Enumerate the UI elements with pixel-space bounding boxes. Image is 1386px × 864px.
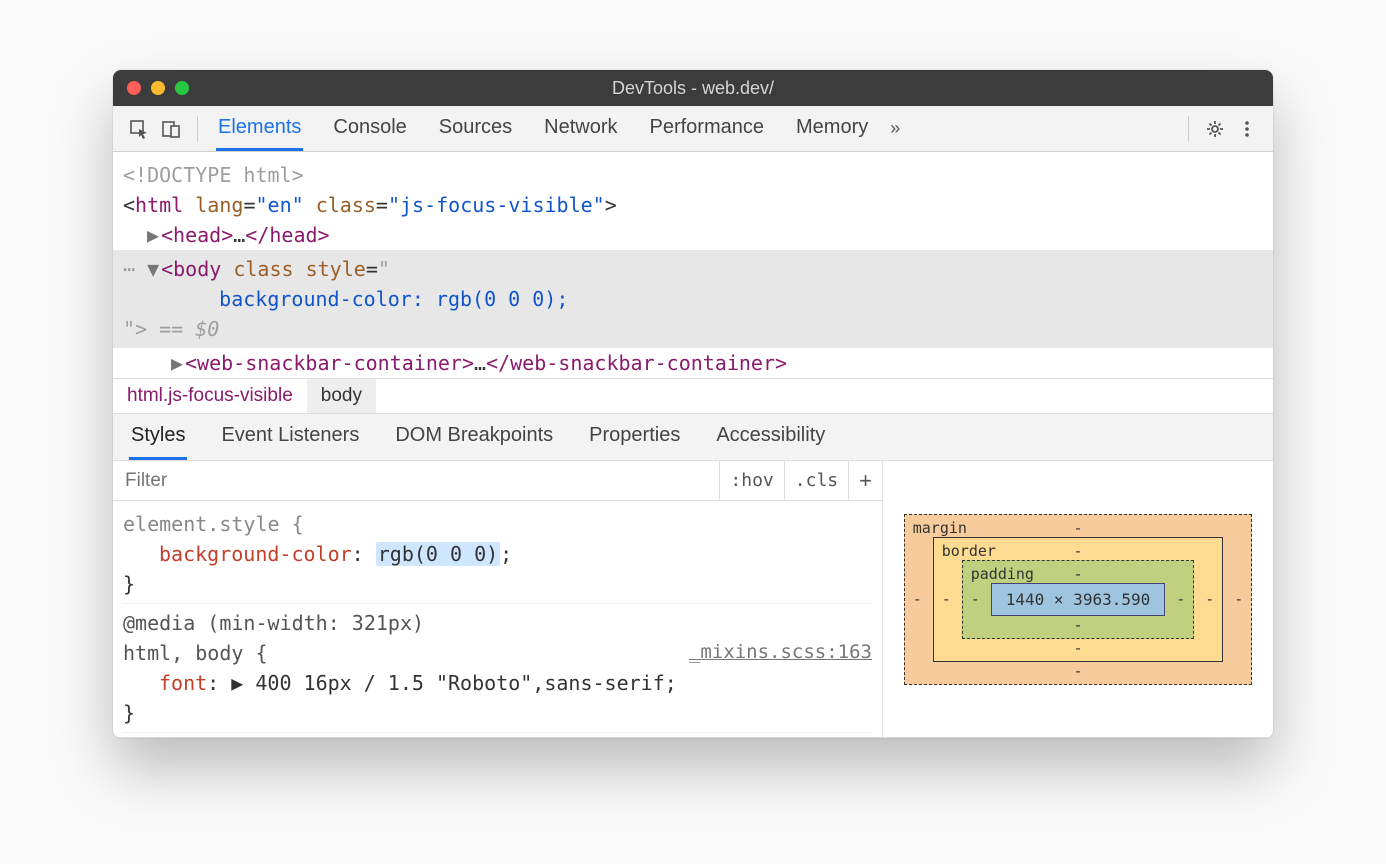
styles-subtabs: Styles Event Listeners DOM Breakpoints P… <box>113 413 1273 461</box>
main-toolbar: Elements Console Sources Network Perform… <box>113 106 1273 152</box>
styles-panel: :hov .cls + element.style { background-c… <box>113 461 1273 738</box>
expand-shorthand-icon[interactable]: ▶ <box>231 671 243 695</box>
crumb-body[interactable]: body <box>307 379 376 413</box>
panel-tabs: Elements Console Sources Network Perform… <box>216 106 870 151</box>
box-model-panel: margin - - - - border - - - - padding - <box>883 461 1273 737</box>
toolbar-separator <box>1188 116 1189 142</box>
tab-memory[interactable]: Memory <box>794 106 870 151</box>
dom-snackbar-element[interactable]: ▶<web-snackbar-container>…</web-snackbar… <box>113 348 1273 378</box>
subtab-event-listeners[interactable]: Event Listeners <box>219 414 361 460</box>
subtab-properties[interactable]: Properties <box>587 414 682 460</box>
tab-elements[interactable]: Elements <box>216 106 303 151</box>
hov-toggle-button[interactable]: :hov <box>719 461 783 500</box>
dom-body-element-selected[interactable]: ⋯ ▼<body class style=" background-color:… <box>113 250 1273 348</box>
cls-toggle-button[interactable]: .cls <box>784 461 848 500</box>
style-rule-element[interactable]: element.style { background-color: rgb(0 … <box>123 505 872 604</box>
expand-arrow-icon[interactable]: ▶ <box>147 220 161 250</box>
padding-label: padding <box>971 565 1034 583</box>
devtools-window: DevTools - web.dev/ Elements Console Sou… <box>113 70 1273 738</box>
dom-inline-style: background-color: rgb(0 0 0); <box>123 284 1263 314</box>
toolbar-separator <box>197 116 198 142</box>
settings-icon[interactable] <box>1199 113 1231 145</box>
subtab-dom-breakpoints[interactable]: DOM Breakpoints <box>393 414 555 460</box>
expand-arrow-icon[interactable]: ▶ <box>171 348 185 378</box>
dom-tree[interactable]: <!DOCTYPE html> <html lang="en" class="j… <box>113 152 1273 378</box>
dom-head-element[interactable]: ▶<head>…</head> <box>113 220 1273 250</box>
tab-performance[interactable]: Performance <box>648 106 767 151</box>
subtab-accessibility[interactable]: Accessibility <box>714 414 827 460</box>
dom-doctype[interactable]: <!DOCTYPE html> <box>113 160 1273 190</box>
collapse-arrow-icon[interactable]: ▼ <box>147 254 161 284</box>
content-dimensions: 1440 × 3963.590 <box>991 583 1166 616</box>
styles-filter-input[interactable] <box>113 470 719 492</box>
color-value-highlighted[interactable]: rgb(0 0 0) <box>376 542 500 566</box>
window-title: DevTools - web.dev/ <box>113 78 1273 99</box>
styles-rules: :hov .cls + element.style { background-c… <box>113 461 883 737</box>
console-reference: $0 <box>195 317 219 341</box>
subtab-styles[interactable]: Styles <box>129 414 187 460</box>
tab-console[interactable]: Console <box>331 106 408 151</box>
inspect-element-icon[interactable] <box>123 113 155 145</box>
device-toggle-icon[interactable] <box>155 113 187 145</box>
crumb-html[interactable]: html.js-focus-visible <box>113 379 307 413</box>
source-link[interactable]: _mixins.scss:163 <box>689 638 872 667</box>
more-menu-icon[interactable] <box>1231 113 1263 145</box>
tab-sources[interactable]: Sources <box>437 106 514 151</box>
styles-filterbar: :hov .cls + <box>113 461 882 501</box>
box-model-diagram[interactable]: margin - - - - border - - - - padding - <box>904 514 1253 685</box>
new-style-rule-button[interactable]: + <box>848 461 882 500</box>
style-rule-media[interactable]: @media (min-width: 321px) html, body {_m… <box>123 604 872 733</box>
breadcrumb: html.js-focus-visible body <box>113 378 1273 413</box>
border-label: border <box>942 542 996 560</box>
margin-label: margin <box>913 519 967 537</box>
tab-network[interactable]: Network <box>542 106 619 151</box>
dom-html-element[interactable]: <html lang="en" class="js-focus-visible"… <box>113 190 1273 220</box>
titlebar: DevTools - web.dev/ <box>113 70 1273 106</box>
tabs-overflow-button[interactable]: » <box>890 118 900 139</box>
